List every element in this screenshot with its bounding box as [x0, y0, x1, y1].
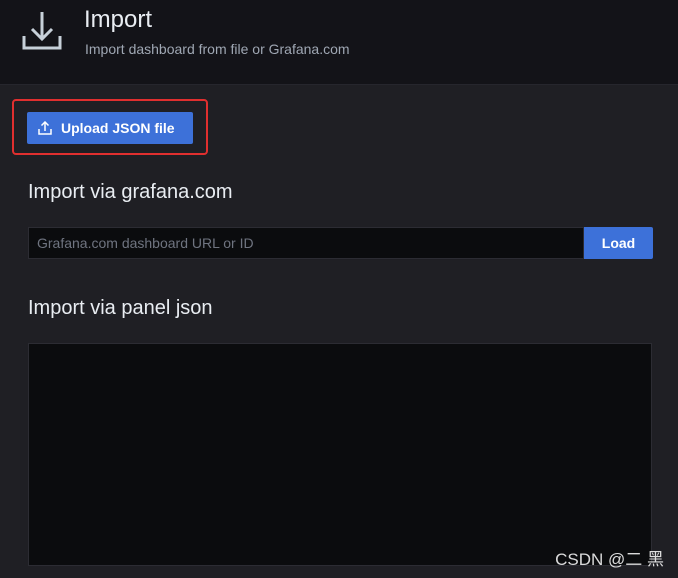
page-title: Import: [84, 6, 153, 33]
grafana-com-heading: Import via grafana.com: [28, 181, 233, 203]
load-button[interactable]: Load: [584, 227, 653, 259]
import-page: Import Import dashboard from file or Gra…: [0, 0, 678, 578]
upload-icon: [38, 120, 52, 135]
import-download-icon: [20, 10, 64, 54]
upload-json-label: Upload JSON file: [61, 120, 175, 136]
panel-json-heading: Import via panel json: [28, 297, 213, 319]
watermark-text: CSDN @二 黑: [555, 550, 664, 569]
page-subtitle: Import dashboard from file or Grafana.co…: [85, 41, 350, 57]
page-header: Import Import dashboard from file or Gra…: [0, 0, 678, 85]
upload-json-button[interactable]: Upload JSON file: [27, 112, 193, 144]
panel-json-textarea[interactable]: [28, 343, 652, 566]
grafana-com-url-input[interactable]: [28, 227, 584, 259]
